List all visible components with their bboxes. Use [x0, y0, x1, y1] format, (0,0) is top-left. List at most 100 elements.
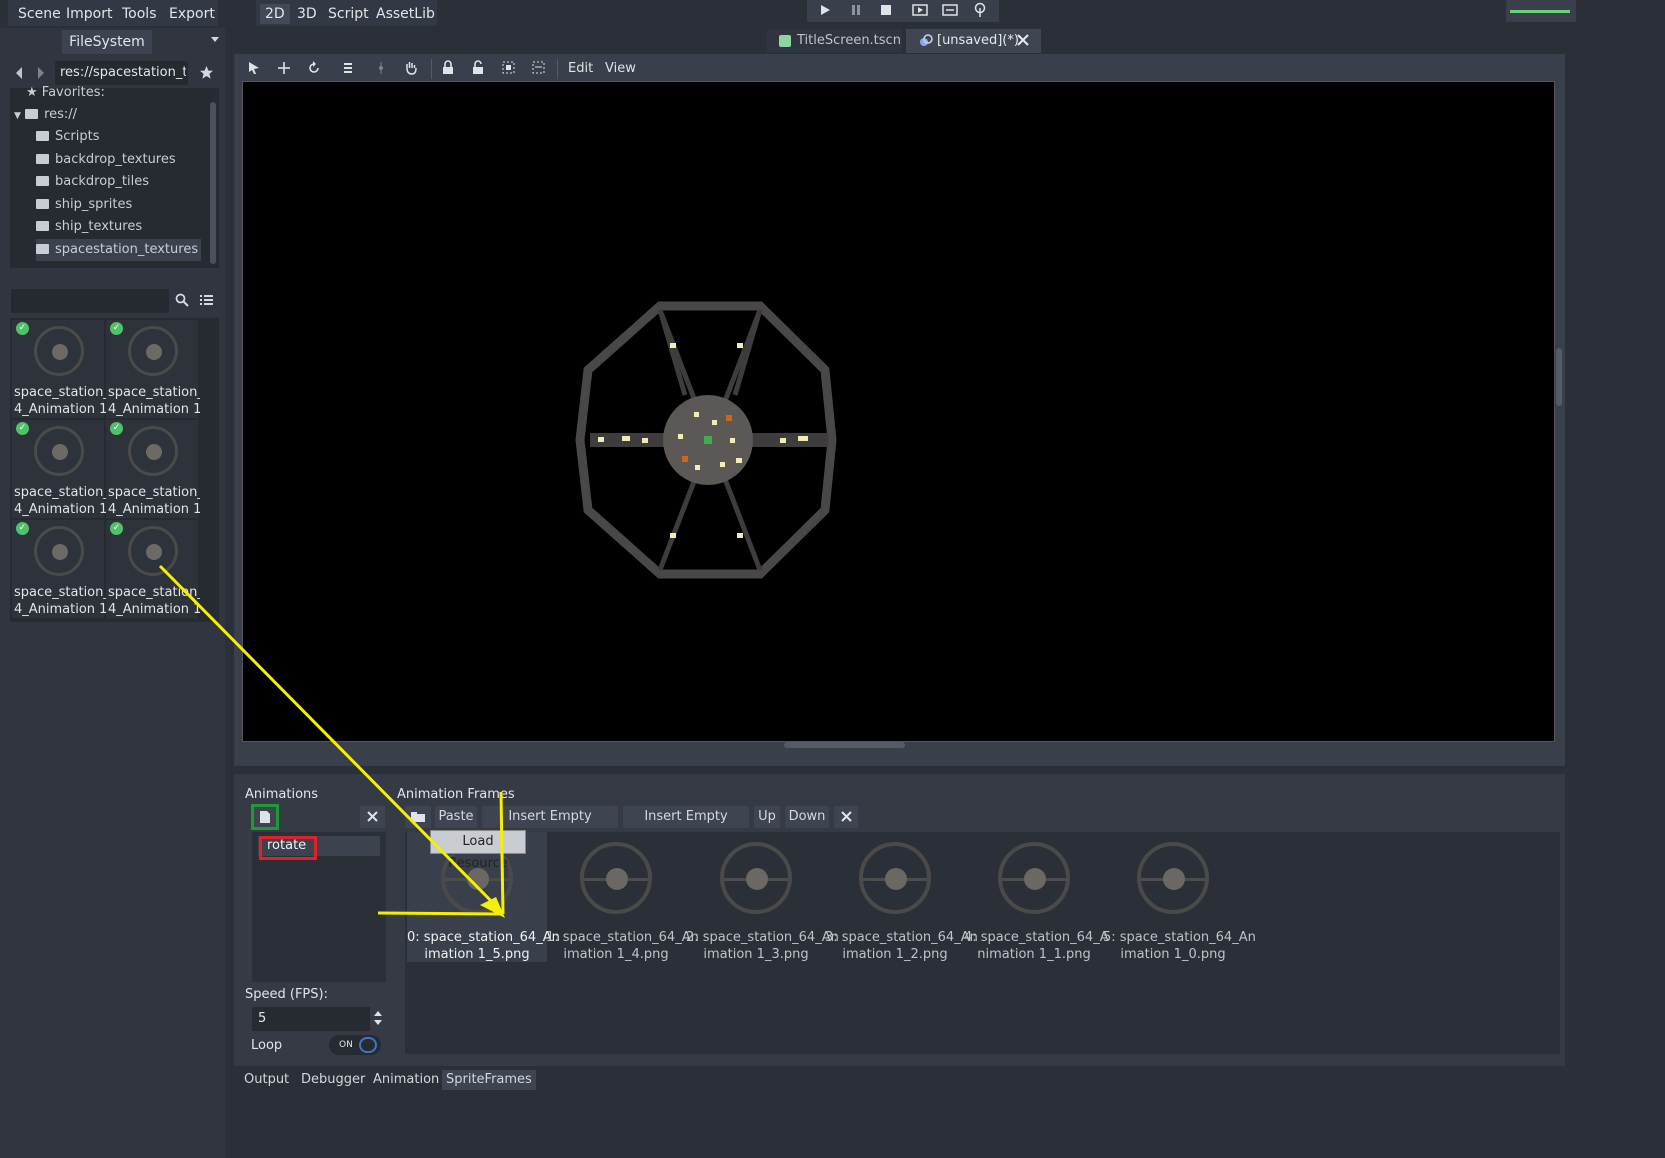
rotate-tool-icon[interactable] [307, 61, 321, 75]
scene-tab-label: TitleScreen.tscn [797, 33, 901, 48]
tree-item-backdrop-textures[interactable]: backdrop_textures [36, 149, 176, 171]
search-icon[interactable] [175, 293, 189, 307]
menu-tools[interactable]: Tools [122, 4, 157, 24]
toolbar-separator [431, 59, 432, 79]
station-core [146, 444, 162, 460]
frame-label: 0: space_station_64_An imation 1_5.png [407, 930, 560, 962]
insert-empty-before-button[interactable]: Insert Empty (Before) [482, 806, 618, 846]
play-scene-icon[interactable] [912, 3, 928, 17]
ungroup-icon[interactable] [531, 60, 546, 75]
imported-check-icon: ✓ [110, 322, 123, 335]
lock-icon[interactable] [441, 60, 455, 75]
file-thumb[interactable]: ✓ space_station_6 4_Animation 1_4 [106, 320, 200, 418]
frame-label: 3: space_station_64_An imation 1_2.png [825, 930, 978, 962]
viewport[interactable] [242, 81, 1555, 742]
unlock-icon[interactable] [471, 60, 485, 75]
group-icon[interactable] [501, 60, 516, 75]
pivot-tool-icon[interactable] [374, 61, 388, 75]
move-up-button[interactable]: Up [754, 806, 780, 828]
menu-export[interactable]: Export [169, 4, 215, 24]
play-custom-scene-icon[interactable] [942, 3, 958, 17]
list-select-icon[interactable] [343, 61, 357, 75]
frame-item[interactable]: 1: space_station_64_An imation 1_4.png [546, 832, 699, 962]
mode-3d[interactable]: 3D [297, 4, 317, 24]
tab-output[interactable]: Output [244, 1070, 289, 1090]
file-label: space_station_6 4_Animation 1_3 [14, 485, 106, 517]
favorites-label: Favorites: [41, 85, 105, 100]
station-core [1163, 868, 1185, 890]
file-label: space_station_6 4_Animation 1_2 [108, 485, 200, 517]
res-root-label: res:// [44, 107, 78, 122]
station-core [52, 344, 68, 360]
spin-arrows-icon[interactable] [373, 1010, 383, 1026]
collapse-arrow-icon[interactable]: ▼ [14, 111, 21, 121]
tree-item-ship-textures[interactable]: ship_textures [36, 216, 142, 238]
loop-toggle-knob [359, 1037, 377, 1053]
tab-debugger[interactable]: Debugger [301, 1070, 365, 1090]
menu-import[interactable]: Import [66, 4, 112, 24]
remote-debug-icon[interactable] [973, 2, 987, 18]
move-down-button[interactable]: Down [785, 806, 829, 828]
station-core [52, 544, 68, 560]
favorites-row[interactable]: ★ Favorites: [26, 84, 105, 102]
frame-item[interactable]: 4: space_station_64_A nimation 1_1.png [964, 832, 1109, 962]
speed-spinbox[interactable] [252, 1007, 370, 1031]
menu-scene[interactable]: Scene [18, 4, 61, 24]
file-label: space_station_6 4_Animation 1_1 [14, 585, 106, 617]
move-tool-icon[interactable] [277, 61, 291, 75]
file-thumb[interactable]: ✓ space_station_6 4_Animation 1_3 [12, 420, 106, 518]
horizontal-scrollbar[interactable] [784, 742, 905, 748]
pause-icon[interactable] [850, 4, 862, 16]
mode-assetlib[interactable]: AssetLib [376, 4, 435, 24]
file-label: space_station_6 4_Animation 1_4 [108, 385, 200, 417]
close-tab-icon[interactable] [1017, 34, 1029, 46]
load-resource-tooltip: Load Resource [430, 830, 526, 871]
mode-2d[interactable]: 2D [260, 4, 290, 24]
list-view-icon[interactable] [200, 294, 213, 306]
file-thumb[interactable]: ✓ space_station_6 4_Animation 1_1 [12, 520, 106, 618]
tree-scrollbar[interactable] [210, 102, 216, 264]
delete-icon [841, 811, 852, 822]
folder-icon [36, 154, 49, 164]
tree-item-ship-sprites[interactable]: ship_sprites [36, 194, 132, 216]
filesystem-tab[interactable]: FileSystem [62, 30, 152, 54]
select-tool-icon[interactable] [247, 61, 261, 75]
file-thumb[interactable]: ✓ space_station_6 4_Animation 1_0 [106, 520, 200, 618]
tree-item-backdrop-tiles[interactable]: backdrop_tiles [36, 171, 149, 193]
file-thumb[interactable]: ✓ space_station_6 4_Animation 1_2 [106, 420, 200, 518]
frame-item[interactable]: 3: space_station_64_An imation 1_2.png [825, 832, 978, 962]
res-root-row[interactable]: ▼ res:// [14, 104, 77, 126]
view-menu[interactable]: View [605, 61, 636, 76]
remove-icon [367, 811, 378, 822]
tree-item-spacestation-textures[interactable]: spacestation_textures [36, 239, 201, 261]
favorite-star-icon[interactable] [199, 65, 214, 80]
folder-icon [25, 109, 39, 119]
file-thumb[interactable]: ✓ space_station_6 4_Animation 1_5 [12, 320, 106, 418]
file-search-input[interactable] [11, 289, 169, 313]
pan-tool-icon[interactable] [404, 60, 418, 75]
stop-icon[interactable] [880, 4, 892, 16]
imported-check-icon: ✓ [16, 422, 29, 435]
paste-button[interactable]: Paste [435, 806, 477, 828]
tab-animation[interactable]: Animation [373, 1070, 439, 1090]
edit-menu[interactable]: Edit [568, 61, 593, 76]
play-icon[interactable] [819, 4, 831, 16]
station-core [146, 544, 162, 560]
progress-bar [1510, 10, 1570, 13]
path-text: res://spacestation_te [60, 65, 186, 80]
forward-icon[interactable] [36, 66, 46, 80]
frame-label: 2: space_station_64_An imation 1_3.png [686, 930, 839, 962]
back-icon[interactable] [14, 66, 24, 80]
tree-item-scripts[interactable]: Scripts [36, 126, 99, 148]
folder-icon [36, 244, 49, 254]
loop-toggle-text: ON [339, 1040, 353, 1050]
tab-spriteframes[interactable]: SpriteFrames [442, 1070, 536, 1090]
vertical-scrollbar[interactable] [1556, 348, 1562, 406]
file-label: space_station_6 4_Animation 1_0 [108, 585, 200, 617]
station-core [1024, 868, 1046, 890]
insert-empty-after-button[interactable]: Insert Empty (After) [623, 806, 749, 846]
dock-menu-icon[interactable] [210, 36, 220, 44]
frame-item[interactable]: 2: space_station_64_An imation 1_3.png [686, 832, 839, 962]
frame-item[interactable]: 5: space_station_64_An imation 1_0.png [1103, 832, 1256, 962]
mode-script[interactable]: Script [328, 4, 369, 24]
